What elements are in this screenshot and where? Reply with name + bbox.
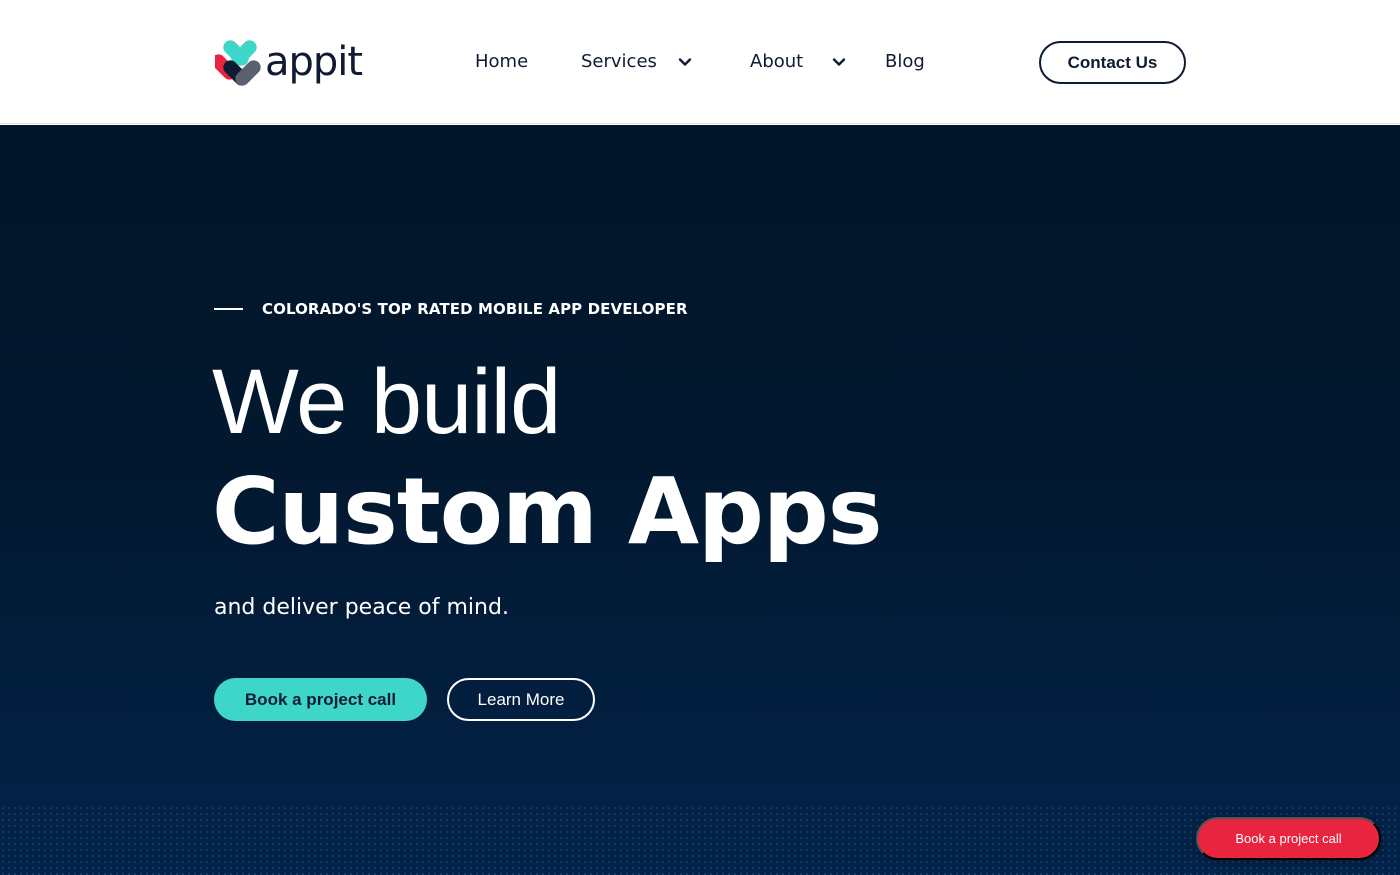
hero-headline-bold: Custom Apps	[212, 458, 883, 565]
site-header: appit Home Services About Blog Contact U…	[0, 0, 1400, 124]
nav-item-home[interactable]: Home	[475, 50, 528, 74]
chevron-down-icon	[678, 58, 692, 66]
learn-more-button[interactable]: Learn More	[447, 678, 595, 721]
hero-headline-light: We build	[212, 351, 561, 453]
main-nav: Home Services About Blog	[0, 0, 1400, 124]
book-project-call-button[interactable]: Book a project call	[214, 678, 427, 721]
nav-item-label: Blog	[885, 51, 925, 72]
nav-item-label: Home	[475, 51, 529, 72]
chevron-down-icon	[833, 58, 846, 66]
floating-book-call-button[interactable]: Book a project call	[1196, 817, 1381, 860]
contact-us-button[interactable]: Contact Us	[1039, 41, 1186, 84]
dot-pattern	[0, 805, 1400, 875]
hero-section: COLORADO'S TOP RATED MOBILE APP DEVELOPE…	[0, 125, 1400, 875]
nav-item-services[interactable]: Services	[581, 50, 694, 74]
hero-subline: and deliver peace of mind.	[214, 595, 509, 620]
hero-eyebrow: COLORADO'S TOP RATED MOBILE APP DEVELOPE…	[214, 300, 688, 318]
nav-item-about[interactable]: About	[750, 50, 848, 74]
nav-item-label: About	[750, 51, 804, 72]
eyebrow-text: COLORADO'S TOP RATED MOBILE APP DEVELOPE…	[262, 300, 688, 318]
nav-item-blog[interactable]: Blog	[885, 50, 925, 74]
nav-item-label: Services	[581, 51, 657, 72]
eyebrow-divider	[214, 308, 243, 310]
